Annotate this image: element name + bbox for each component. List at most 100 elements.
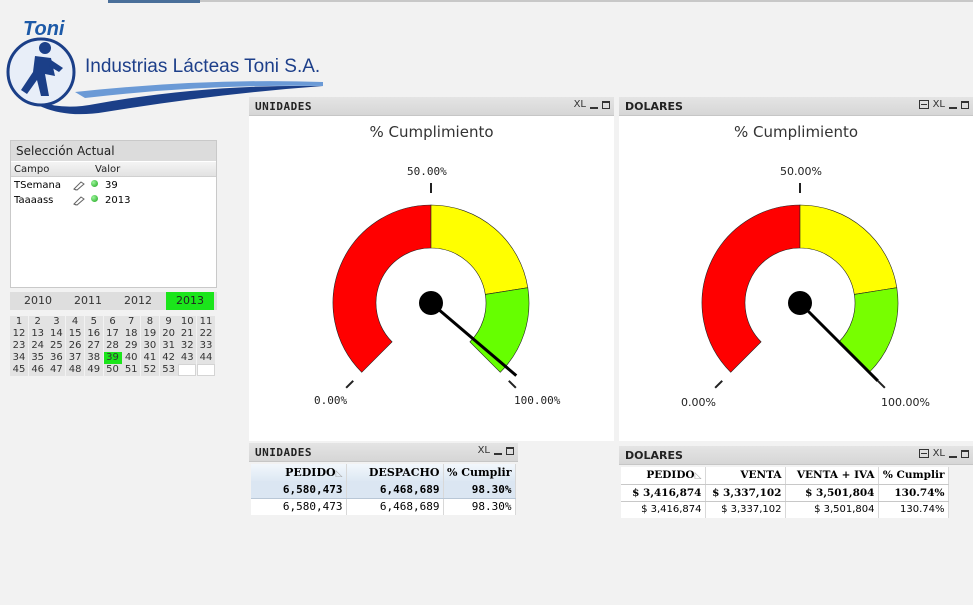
week-item[interactable]: 42 <box>159 352 178 364</box>
week-item[interactable]: 39 <box>103 352 122 364</box>
week-item[interactable]: 7 <box>122 316 141 328</box>
week-item[interactable]: 23 <box>10 340 28 352</box>
minimize-icon[interactable] <box>494 452 502 455</box>
week-item[interactable]: 8 <box>140 316 159 328</box>
week-item[interactable]: 34 <box>10 352 28 364</box>
week-item[interactable]: 37 <box>66 352 85 364</box>
selection-row[interactable]: TSemana 39 <box>11 179 216 193</box>
total-row: $ 3,416,874 $ 3,337,102 $ 3,501,804 130.… <box>621 484 949 502</box>
table-row[interactable]: $ 3,416,874 $ 3,337,102 $ 3,501,804 130.… <box>621 501 949 518</box>
selection-caption[interactable]: Selección Actual <box>11 141 216 161</box>
week-item[interactable]: 20 <box>159 328 178 340</box>
week-item[interactable]: 2 <box>28 316 47 328</box>
excel-export-icon[interactable]: XL <box>478 445 490 456</box>
unidades-table-caption[interactable]: UNIDADES XL <box>249 443 518 462</box>
week-item[interactable]: 32 <box>178 340 197 352</box>
week-item[interactable]: 9 <box>159 316 178 328</box>
week-item[interactable]: 21 <box>178 328 197 340</box>
maximize-icon[interactable] <box>961 449 969 458</box>
table-row[interactable]: 6,580,473 6,468,689 98.30% <box>251 498 516 515</box>
week-item[interactable]: 19 <box>140 328 159 340</box>
week-item[interactable]: 28 <box>103 340 122 352</box>
top-divider <box>108 0 973 3</box>
clear-selection-icon[interactable] <box>73 180 85 191</box>
dolares-table-caption[interactable]: DOLARES XL <box>619 446 973 465</box>
week-item[interactable]: 10 <box>178 316 197 328</box>
column-header[interactable]: % Cumplir <box>443 464 516 481</box>
unidades-table: PEDIDO◺ DESPACHO % Cumplir 6,580,473 6,4… <box>251 464 516 515</box>
week-item[interactable]: 14 <box>47 328 66 340</box>
maximize-icon[interactable] <box>961 100 969 109</box>
company-name: Industrias Lácteas Toni S.A. <box>85 56 321 77</box>
week-item[interactable]: 52 <box>140 364 159 376</box>
week-item[interactable]: 22 <box>197 328 215 340</box>
week-item[interactable]: 33 <box>197 340 215 352</box>
year-item[interactable]: 2013 <box>166 292 214 310</box>
week-item[interactable]: 35 <box>28 352 47 364</box>
year-item[interactable]: 2011 <box>64 292 112 310</box>
week-item[interactable]: 36 <box>47 352 66 364</box>
maximize-icon[interactable] <box>602 100 610 109</box>
week-item[interactable]: 24 <box>28 340 47 352</box>
week-item[interactable]: 27 <box>84 340 103 352</box>
week-item[interactable]: 40 <box>122 352 141 364</box>
unidades-gauge-caption[interactable]: UNIDADES XL <box>249 97 614 116</box>
maximize-icon[interactable] <box>506 446 514 455</box>
column-header[interactable]: PEDIDO◺ <box>621 467 706 485</box>
week-item[interactable]: 6 <box>103 316 122 328</box>
table-cell: 98.30% <box>443 481 516 499</box>
excel-export-icon[interactable]: XL <box>574 99 586 110</box>
week-item[interactable]: 43 <box>178 352 197 364</box>
week-item[interactable]: 38 <box>84 352 103 364</box>
excel-export-icon[interactable]: XL <box>933 99 945 110</box>
year-item[interactable]: 2012 <box>114 292 162 310</box>
year-item[interactable]: 2010 <box>14 292 62 310</box>
week-item[interactable]: 17 <box>103 328 122 340</box>
week-item[interactable]: 1 <box>10 316 28 328</box>
selection-row[interactable]: Taaaass 2013 <box>11 194 216 208</box>
week-item[interactable]: 45 <box>10 364 28 376</box>
week-item[interactable]: 29 <box>122 340 141 352</box>
week-item[interactable]: 13 <box>28 328 47 340</box>
week-item[interactable]: 31 <box>159 340 178 352</box>
caption-title: DOLARES <box>625 100 683 113</box>
week-item[interactable]: 18 <box>122 328 141 340</box>
column-header[interactable]: VENTA <box>705 467 786 485</box>
excel-export-icon[interactable]: XL <box>933 448 945 459</box>
week-item[interactable]: 26 <box>66 340 85 352</box>
unidades-gauge-panel: UNIDADES XL % Cumplimiento 50.00% 0.00% … <box>249 97 614 441</box>
week-item[interactable]: 46 <box>28 364 47 376</box>
column-header[interactable]: % Cumplir <box>878 467 949 485</box>
week-item[interactable]: 53 <box>159 364 178 376</box>
week-item[interactable]: 30 <box>140 340 159 352</box>
minimize-icon[interactable] <box>949 455 957 458</box>
week-item[interactable]: 41 <box>140 352 159 364</box>
week-item[interactable]: 44 <box>197 352 215 364</box>
minimize-icon[interactable] <box>949 106 957 109</box>
column-header[interactable]: PEDIDO◺ <box>251 464 347 481</box>
week-item[interactable]: 51 <box>122 364 141 376</box>
week-item[interactable]: 11 <box>197 316 215 328</box>
table-cell: $ 3,416,874 <box>621 484 706 502</box>
print-icon[interactable] <box>918 449 929 458</box>
print-icon[interactable] <box>918 100 929 109</box>
week-item[interactable]: 12 <box>10 328 28 340</box>
gauge-tick <box>714 380 723 389</box>
week-item[interactable]: 15 <box>66 328 85 340</box>
gauge-band-red <box>332 204 432 373</box>
dolares-gauge-caption[interactable]: DOLARES XL <box>619 97 973 116</box>
week-item[interactable]: 3 <box>47 316 66 328</box>
week-item[interactable]: 25 <box>47 340 66 352</box>
week-item[interactable]: 4 <box>66 316 85 328</box>
minimize-icon[interactable] <box>590 106 598 109</box>
column-header[interactable]: VENTA + IVA <box>785 467 879 485</box>
week-empty-cell <box>197 364 215 376</box>
column-header[interactable]: DESPACHO <box>346 464 444 481</box>
week-item[interactable]: 48 <box>66 364 85 376</box>
week-item[interactable]: 50 <box>103 364 122 376</box>
week-item[interactable]: 49 <box>84 364 103 376</box>
week-item[interactable]: 47 <box>47 364 66 376</box>
week-item[interactable]: 5 <box>84 316 103 328</box>
week-item[interactable]: 16 <box>84 328 103 340</box>
clear-selection-icon[interactable] <box>73 195 85 206</box>
